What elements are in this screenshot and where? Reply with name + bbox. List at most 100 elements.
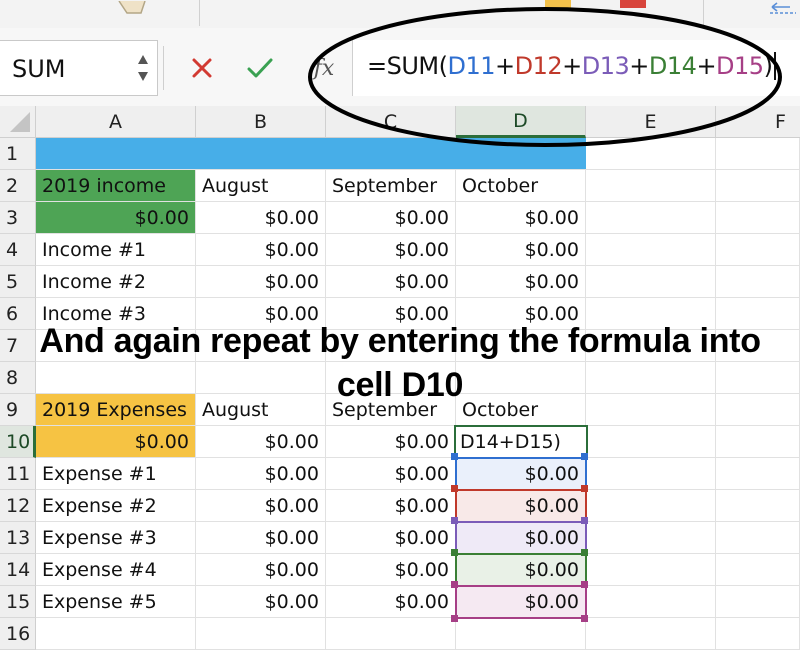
cell-d11[interactable]: $0.00 bbox=[456, 458, 586, 490]
cell-f11[interactable] bbox=[716, 458, 800, 490]
reference-handle[interactable] bbox=[451, 615, 458, 622]
worksheet-grid[interactable]: A B C D E F 1 2 3 4 5 6 7 8 9 10 11 12 1… bbox=[0, 106, 800, 654]
cell-a5[interactable]: Income #2 bbox=[36, 266, 196, 298]
cell-a15[interactable]: Expense #5 bbox=[36, 586, 196, 618]
cell-b5[interactable]: $0.00 bbox=[196, 266, 326, 298]
cell-f1[interactable] bbox=[716, 138, 800, 170]
cell-f2[interactable] bbox=[716, 170, 800, 202]
cell-b2[interactable]: August bbox=[196, 170, 326, 202]
cell-b10[interactable]: $0.00 bbox=[196, 426, 326, 458]
cell-d14[interactable]: $0.00 bbox=[456, 554, 586, 586]
row-header-5[interactable]: 5 bbox=[0, 266, 36, 298]
row-header-13[interactable]: 13 bbox=[0, 522, 36, 554]
active-cell-d10[interactable]: D14+D15) bbox=[454, 425, 588, 459]
chevron-updown-icon[interactable] bbox=[137, 51, 149, 85]
cell-e3[interactable] bbox=[586, 202, 716, 234]
cell-b3[interactable]: $0.00 bbox=[196, 202, 326, 234]
insert-function-button[interactable]: fx bbox=[302, 46, 346, 90]
cell-f14[interactable] bbox=[716, 554, 800, 586]
enter-button[interactable] bbox=[240, 46, 280, 90]
cell-c10[interactable]: $0.00 bbox=[326, 426, 456, 458]
cell-f4[interactable] bbox=[716, 234, 800, 266]
reference-handle[interactable] bbox=[581, 549, 588, 556]
column-header-c[interactable]: C bbox=[326, 106, 456, 138]
cell-a3[interactable]: $0.00 bbox=[36, 202, 196, 234]
reference-handle[interactable] bbox=[451, 453, 458, 460]
cell-c13[interactable]: $0.00 bbox=[326, 522, 456, 554]
cell-c15[interactable]: $0.00 bbox=[326, 586, 456, 618]
reference-handle[interactable] bbox=[581, 517, 588, 524]
cell-d13[interactable]: $0.00 bbox=[456, 522, 586, 554]
row-header-15[interactable]: 15 bbox=[0, 586, 36, 618]
column-header-a[interactable]: A bbox=[36, 106, 196, 138]
cell-f12[interactable] bbox=[716, 490, 800, 522]
cell-e5[interactable] bbox=[586, 266, 716, 298]
reference-handle[interactable] bbox=[451, 485, 458, 492]
cell-c16[interactable] bbox=[326, 618, 456, 650]
row-header-14[interactable]: 14 bbox=[0, 554, 36, 586]
cell-a4[interactable]: Income #1 bbox=[36, 234, 196, 266]
cell-d3[interactable]: $0.00 bbox=[456, 202, 586, 234]
cell-a11[interactable]: Expense #1 bbox=[36, 458, 196, 490]
row-header-1[interactable]: 1 bbox=[0, 138, 36, 170]
column-header-f[interactable]: F bbox=[716, 106, 800, 138]
cell-f15[interactable] bbox=[716, 586, 800, 618]
cell-c4[interactable]: $0.00 bbox=[326, 234, 456, 266]
cell-b15[interactable]: $0.00 bbox=[196, 586, 326, 618]
reference-handle[interactable] bbox=[581, 615, 588, 622]
cell-e15[interactable] bbox=[586, 586, 716, 618]
cell-e4[interactable] bbox=[586, 234, 716, 266]
cell-f10[interactable] bbox=[716, 426, 800, 458]
reference-handle[interactable] bbox=[581, 485, 588, 492]
row-header-10[interactable]: 10 bbox=[0, 426, 36, 458]
cell-f3[interactable] bbox=[716, 202, 800, 234]
cell-f5[interactable] bbox=[716, 266, 800, 298]
row-header-3[interactable]: 3 bbox=[0, 202, 36, 234]
cell-e10[interactable] bbox=[586, 426, 716, 458]
cell-c11[interactable]: $0.00 bbox=[326, 458, 456, 490]
cell-c12[interactable]: $0.00 bbox=[326, 490, 456, 522]
cell-a14[interactable]: Expense #4 bbox=[36, 554, 196, 586]
ribbon-icon-eraser[interactable] bbox=[115, 0, 149, 14]
cell-b11[interactable]: $0.00 bbox=[196, 458, 326, 490]
cancel-button[interactable] bbox=[182, 46, 222, 90]
cell-d15[interactable]: $0.00 bbox=[456, 586, 586, 618]
cell-d5[interactable]: $0.00 bbox=[456, 266, 586, 298]
column-header-d[interactable]: D bbox=[456, 106, 586, 138]
cell-b4[interactable]: $0.00 bbox=[196, 234, 326, 266]
cell-a12[interactable]: Expense #2 bbox=[36, 490, 196, 522]
row-header-12[interactable]: 12 bbox=[0, 490, 36, 522]
cell-b14[interactable]: $0.00 bbox=[196, 554, 326, 586]
row-header-11[interactable]: 11 bbox=[0, 458, 36, 490]
cell-f13[interactable] bbox=[716, 522, 800, 554]
row-header-2[interactable]: 2 bbox=[0, 170, 36, 202]
cell-e14[interactable] bbox=[586, 554, 716, 586]
title-band-cell[interactable] bbox=[36, 138, 586, 170]
cell-e13[interactable] bbox=[586, 522, 716, 554]
select-all-corner[interactable] bbox=[0, 106, 36, 138]
cell-c2[interactable]: September bbox=[326, 170, 456, 202]
reference-handle[interactable] bbox=[581, 581, 588, 588]
cell-a10[interactable]: $0.00 bbox=[36, 426, 196, 458]
cell-a13[interactable]: Expense #3 bbox=[36, 522, 196, 554]
cell-e16[interactable] bbox=[586, 618, 716, 650]
cell-d12[interactable]: $0.00 bbox=[456, 490, 586, 522]
cell-e1[interactable] bbox=[586, 138, 716, 170]
cell-a16[interactable] bbox=[36, 618, 196, 650]
cell-e2[interactable] bbox=[586, 170, 716, 202]
cell-b12[interactable]: $0.00 bbox=[196, 490, 326, 522]
reference-handle[interactable] bbox=[451, 549, 458, 556]
name-box[interactable]: SUM bbox=[0, 40, 158, 96]
cell-b13[interactable]: $0.00 bbox=[196, 522, 326, 554]
ribbon-font-color-icon[interactable] bbox=[620, 0, 646, 8]
cell-e11[interactable] bbox=[586, 458, 716, 490]
ribbon-fill-color-icon[interactable] bbox=[545, 0, 571, 8]
row-header-16[interactable]: 16 bbox=[0, 618, 36, 650]
reference-handle[interactable] bbox=[581, 453, 588, 460]
cell-a2[interactable]: 2019 income bbox=[36, 170, 196, 202]
cell-e12[interactable] bbox=[586, 490, 716, 522]
cell-c14[interactable]: $0.00 bbox=[326, 554, 456, 586]
cell-d4[interactable]: $0.00 bbox=[456, 234, 586, 266]
cell-d16[interactable] bbox=[456, 618, 586, 650]
cell-b16[interactable] bbox=[196, 618, 326, 650]
